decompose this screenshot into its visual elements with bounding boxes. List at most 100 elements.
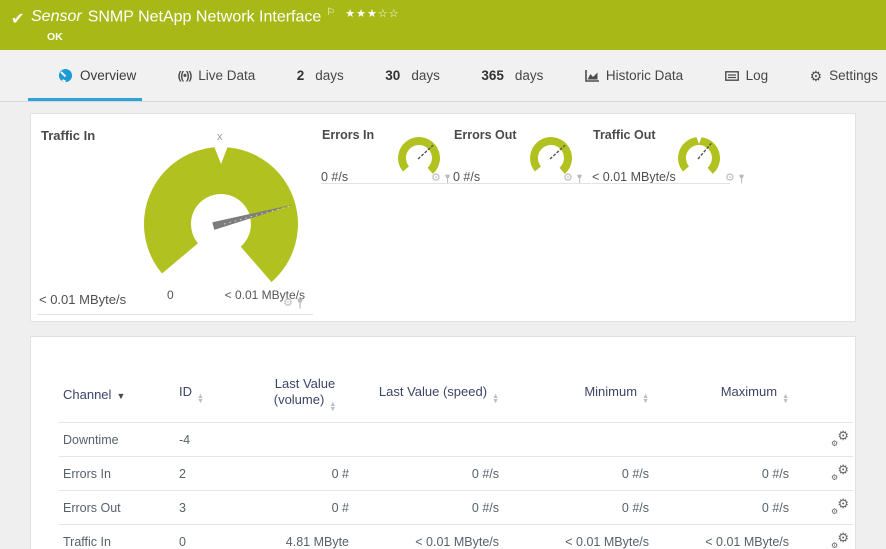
tab-historic-data-label: Historic Data (606, 68, 683, 83)
gauge-traffic-in-value: < 0.01 MByte/s (39, 292, 126, 307)
gauge-errors-out-label: Errors Out (454, 128, 517, 142)
channel-id: 0 (175, 525, 231, 549)
traffic-out-gauge (677, 135, 721, 179)
sensor-tabbar: Overview ((•)) Live Data 2 days 30 days … (0, 50, 886, 102)
channel-maximum: < 0.01 MByte/s (653, 525, 793, 549)
channel-volume (231, 423, 353, 457)
gauge-errors-in-value: 0 #/s (321, 170, 348, 184)
col-header-id-label: ID (179, 384, 192, 399)
tab-2-days-unit: days (315, 68, 344, 83)
overview-gauge-icon (58, 68, 73, 83)
table-row-downtime[interactable]: Downtime -4 ⚙⚙ (59, 423, 853, 457)
sort-icon: ▲▼ (329, 402, 336, 412)
channel-minimum: 0 #/s (503, 457, 653, 491)
gauge-traffic-in-tools: ⚙ (283, 298, 304, 309)
traffic-in-gauge (136, 144, 306, 294)
tab-overview[interactable]: Overview (58, 50, 136, 101)
table-row-traffic-in[interactable]: Traffic In 0 4.81 MByte < 0.01 MByte/s <… (59, 525, 853, 549)
edit-channel-gears-icon[interactable]: ⚙⚙ (831, 464, 849, 480)
channel-speed: < 0.01 MByte/s (353, 525, 503, 549)
col-header-volume-line2: (volume) (274, 392, 325, 407)
divider (37, 314, 313, 315)
channel-minimum: < 0.01 MByte/s (503, 525, 653, 549)
tab-live-data-label: Live Data (198, 68, 255, 83)
tab-365-days-unit: days (515, 68, 544, 83)
flag-icon[interactable]: ⚐ (326, 7, 335, 18)
col-header-channel[interactable]: Channel▼ (59, 369, 175, 423)
col-header-last-value-volume[interactable]: Last Value (volume) ▲▼ (231, 369, 353, 423)
gauges-panel: Traffic In x 0 < 0.01 MByte/s < 0.01 MBy… (30, 113, 856, 322)
tab-settings[interactable]: ⚙ Settings (810, 50, 878, 101)
status-ok-check-icon: ✔ (11, 9, 24, 29)
channel-id: 2 (175, 457, 231, 491)
edit-channel-gears-icon[interactable]: ⚙⚙ (831, 532, 849, 548)
pin-icon[interactable] (296, 298, 304, 309)
historic-chart-icon (585, 70, 599, 82)
tab-settings-label: Settings (829, 68, 878, 83)
col-header-maximum[interactable]: Maximum▲▼ (653, 369, 793, 423)
gauge-gear-icon[interactable]: ⚙ (283, 298, 293, 309)
object-kind-label: Sensor (31, 8, 82, 25)
tab-log[interactable]: Log (725, 50, 769, 101)
sort-icon: ▲▼ (642, 394, 649, 404)
table-header-row: Channel▼ ID ▲▼ Last Value (volume) ▲▼ Last… (59, 369, 853, 423)
log-icon (725, 71, 739, 81)
gauge-errors-in-label: Errors In (322, 128, 374, 142)
col-header-minimum[interactable]: Minimum ▲▼ (503, 369, 653, 423)
tab-30-days-number: 30 (385, 68, 400, 83)
edit-channel-gears-icon[interactable]: ⚙⚙ (831, 430, 849, 446)
col-header-volume-line1: Last Value (261, 376, 349, 392)
channel-speed: 0 #/s (353, 491, 503, 525)
channel-minimum (503, 423, 653, 457)
col-header-minimum-label: Minimum (584, 384, 637, 399)
channel-speed (353, 423, 503, 457)
gauge-traffic-in-label: Traffic In (41, 128, 95, 143)
sort-desc-icon: ▼ (116, 391, 125, 401)
col-header-actions (793, 369, 853, 423)
tab-365-days[interactable]: 365 days (481, 50, 543, 101)
pin-icon[interactable] (576, 174, 583, 184)
channel-name[interactable]: Errors Out (59, 491, 175, 525)
channel-volume: 0 # (231, 457, 353, 491)
channel-name[interactable]: Traffic In (59, 525, 175, 549)
channels-panel: Channel▼ ID ▲▼ Last Value (volume) ▲▼ Last… (30, 336, 856, 549)
channel-maximum (653, 423, 793, 457)
tab-30-days[interactable]: 30 days (385, 50, 440, 101)
divider (592, 183, 730, 184)
sensor-status-header: ✔ SensorSNMP NetApp Network Interface⚐★★… (0, 0, 886, 50)
sort-icon: ▲▼ (492, 394, 499, 404)
gauge-max-marker: x (217, 131, 223, 143)
col-header-speed-label: Last Value (speed) (379, 384, 487, 399)
table-row-errors-in[interactable]: Errors In 2 0 # 0 #/s 0 #/s 0 #/s ⚙⚙ (59, 457, 853, 491)
edit-channel-gears-icon[interactable]: ⚙⚙ (831, 498, 849, 514)
pin-icon[interactable] (444, 174, 451, 184)
tab-365-days-number: 365 (481, 68, 504, 83)
gauge-traffic-out-label: Traffic Out (593, 128, 656, 142)
tab-overview-label: Overview (80, 68, 136, 83)
settings-gear-icon: ⚙ (810, 69, 823, 83)
tab-2-days[interactable]: 2 days (297, 50, 344, 101)
col-header-last-value-speed[interactable]: Last Value (speed) ▲▼ (353, 369, 503, 423)
tab-2-days-number: 2 (297, 68, 305, 83)
channel-name[interactable]: Downtime (59, 423, 175, 457)
tab-live-data[interactable]: ((•)) Live Data (178, 50, 256, 101)
pin-icon[interactable] (738, 174, 745, 184)
channel-volume: 4.81 MByte (231, 525, 353, 549)
priority-stars[interactable]: ★★★☆☆ (345, 8, 399, 20)
channel-speed: 0 #/s (353, 457, 503, 491)
tab-30-days-unit: days (411, 68, 440, 83)
sort-icon: ▲▼ (782, 394, 789, 404)
channel-volume: 0 # (231, 491, 353, 525)
col-header-id[interactable]: ID ▲▼ (175, 369, 231, 423)
channel-id: -4 (175, 423, 231, 457)
channel-name[interactable]: Errors In (59, 457, 175, 491)
sort-icon: ▲▼ (197, 394, 204, 404)
channel-minimum: 0 #/s (503, 491, 653, 525)
divider (321, 183, 459, 184)
table-row-errors-out[interactable]: Errors Out 3 0 # 0 #/s 0 #/s 0 #/s ⚙⚙ (59, 491, 853, 525)
live-data-icon: ((•)) (178, 70, 192, 82)
channel-maximum: 0 #/s (653, 491, 793, 525)
tab-historic-data[interactable]: Historic Data (585, 50, 683, 101)
gauge-traffic-out-value: < 0.01 MByte/s (592, 170, 676, 184)
gauge-errors-out-value: 0 #/s (453, 170, 480, 184)
